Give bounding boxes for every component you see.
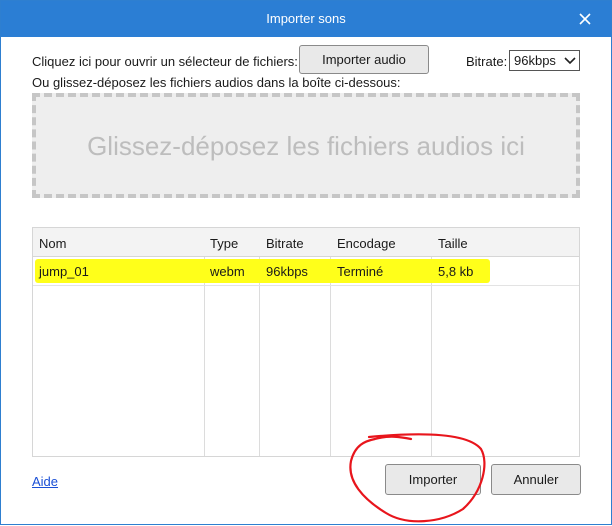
audio-files-table: Nom Type Bitrate Encodage Taille jump_01… xyxy=(32,227,580,457)
cell-size: 5,8 kb xyxy=(438,264,474,279)
help-link[interactable]: Aide xyxy=(32,474,58,489)
column-header-type[interactable]: Type xyxy=(210,236,238,251)
bitrate-label: Bitrate: xyxy=(466,54,508,69)
cancel-button[interactable]: Annuler xyxy=(491,464,581,495)
chevron-down-icon xyxy=(564,57,576,65)
drop-instruction: Ou glissez-déposez les fichiers audios d… xyxy=(32,75,401,90)
import-audio-button[interactable]: Importer audio xyxy=(299,45,429,74)
title-bar: Importer sons xyxy=(1,1,611,37)
row-highlight-mark xyxy=(35,259,490,283)
import-button[interactable]: Importer xyxy=(385,464,481,495)
column-header-encoding[interactable]: Encodage xyxy=(337,236,396,251)
cell-type: webm xyxy=(210,264,245,279)
cell-encoding: Terminé xyxy=(337,264,384,279)
column-header-size[interactable]: Taille xyxy=(438,236,468,251)
column-header-name[interactable]: Nom xyxy=(39,236,66,251)
cell-bitrate: 96kbps xyxy=(266,264,308,279)
close-button[interactable] xyxy=(575,9,595,29)
import-sounds-dialog: Importer sons Cliquez ici pour ouvrir un… xyxy=(0,0,612,525)
close-icon xyxy=(579,13,591,25)
table-row[interactable]: jump_01 webm 96kbps Terminé 5,8 kb xyxy=(33,257,579,286)
dialog-title: Importer sons xyxy=(266,11,346,26)
audio-drop-zone[interactable]: Glissez-déposez les fichiers audios ici xyxy=(32,93,580,198)
bitrate-selected-value: 96kbps xyxy=(514,53,556,68)
cell-name: jump_01 xyxy=(39,264,89,279)
file-picker-prompt: Cliquez ici pour ouvrir un sélecteur de … xyxy=(32,54,298,69)
column-header-bitrate[interactable]: Bitrate xyxy=(266,236,304,251)
bitrate-select[interactable]: 96kbps xyxy=(509,50,580,71)
table-header: Nom Type Bitrate Encodage Taille xyxy=(33,228,579,257)
drop-zone-text: Glissez-déposez les fichiers audios ici xyxy=(87,131,525,161)
